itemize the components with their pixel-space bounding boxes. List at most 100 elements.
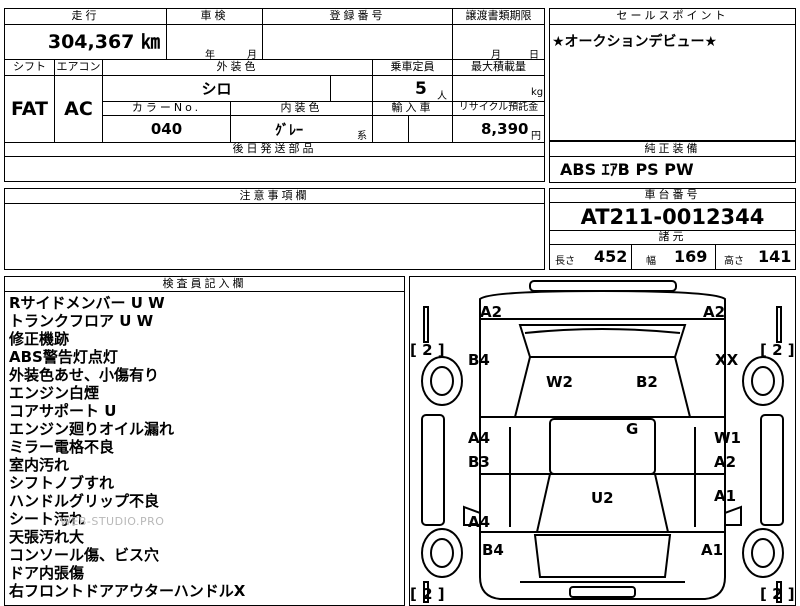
transfer-month-unit: 月 [491, 50, 501, 59]
watermark: WEB-STUDIO.PRO [60, 515, 165, 528]
hood-shape [533, 534, 672, 578]
top-info-table: 走行 車検 登録番号 譲渡書類期限 304,367 ㎞ 年 月 月 日 [4, 8, 545, 60]
color-no-label: カラーNo. [103, 102, 231, 116]
tire-count-front-right: [ 2 ] [760, 585, 795, 603]
right-sill-shape [760, 414, 784, 526]
note-line: 天張汚れ大 [9, 528, 85, 546]
width-cell: 幅 169 [632, 245, 716, 269]
height-cell: 高さ 141 [716, 245, 795, 269]
car-diagram: [ 2 ] [ 2 ] [ 2 ] [ 2 ] A2 A2 B4 XX W2 B… [410, 280, 795, 603]
note-line: コアサポート U [9, 402, 117, 420]
rear-bumper-shape [529, 280, 677, 292]
inspection-label: 車検 [167, 9, 263, 25]
interior-color-label: 内装色 [231, 102, 373, 116]
capacity-label: 乗車定員 [373, 60, 453, 76]
caution-label: 注意事項欄 [5, 189, 544, 204]
dimensions-label: 諸元 [550, 231, 795, 245]
sales-point-text: ★オークションデビュー★ [552, 34, 718, 50]
tire-rear-left [421, 356, 463, 406]
vehicle-diagram-box: [ 2 ] [ 2 ] [ 2 ] [ 2 ] A2 A2 B4 XX W2 B… [409, 276, 796, 606]
note-line: Rサイドメンバー U W [9, 294, 165, 312]
mark-rear-left: A2 [480, 303, 502, 321]
note-line: 右フロントドアアウターハンドルX [9, 582, 246, 600]
width-value: 169 [674, 247, 708, 266]
inspection-year-unit: 年 [205, 50, 215, 59]
note-line: ミラー電格不良 [9, 438, 115, 456]
equipment-box: 純正装備 ABS ｴｱB PS PW [549, 141, 796, 183]
color-no-value: 040 [103, 116, 231, 142]
roof-shape [549, 418, 656, 475]
registration-value [263, 25, 453, 59]
later-parts-label: 後日発送部品 [5, 143, 544, 157]
transfer-deadline-label: 譲渡書類期限 [453, 9, 544, 25]
equipment-label: 純正装備 [550, 142, 795, 157]
sales-point-label: セールスポイント [550, 9, 795, 25]
height-value: 141 [758, 247, 792, 266]
height-label: 高さ [724, 256, 744, 267]
exterior-color-label: 外装色 [103, 60, 373, 76]
shift-label: シフト [5, 60, 55, 76]
mileage-value: 304,367 ㎞ [5, 25, 167, 59]
note-line: 室内汚れ [9, 456, 70, 474]
tire-rear-right [742, 356, 784, 406]
mark-rear-fender-right: XX [715, 351, 739, 369]
mark-rear-door-left-1: A4 [468, 429, 490, 447]
chassis-box: 車台番号 AT211-0012344 諸元 長さ 452 幅 169 高さ 14… [549, 188, 796, 270]
caution-value [5, 204, 544, 269]
rear-window-shape [513, 356, 692, 418]
recycle-deposit-unit: 円 [531, 131, 541, 142]
mark-trunk-right: B2 [636, 373, 658, 391]
body-outline-shape [479, 319, 726, 600]
later-parts-box: 後日発送部品 [4, 142, 545, 182]
inspector-notes-box: 検査員記入欄 Rサイドメンバー U W トランクフロア U W 修正機跡 ABS… [4, 276, 405, 606]
ac-value: AC [55, 76, 103, 142]
transfer-deadline-value: 月 日 [453, 25, 544, 59]
transfer-day-unit: 日 [529, 50, 539, 59]
mark-rear-door-left-2: B3 [468, 453, 490, 471]
recycle-deposit-value: 8,390 [481, 120, 529, 138]
mark-rear-door-right-2: A2 [714, 453, 736, 471]
spec-table: シフト エアコン 外装色 乗車定員 最大積載量 FAT AC シロ 5 人 kg… [4, 59, 545, 143]
inspection-value: 年 月 [167, 25, 263, 59]
chassis-label: 車台番号 [550, 189, 795, 203]
later-parts-value [5, 157, 544, 181]
mark-front-fender-left: B4 [482, 541, 504, 559]
left-sill-shape [421, 414, 445, 526]
import-label: 輸入車 [373, 102, 453, 116]
mark-rear-fender-left: B4 [468, 351, 490, 369]
front-grille-shape [569, 586, 636, 598]
capacity-cell: 5 人 [373, 76, 453, 102]
max-load-unit: kg [531, 87, 544, 98]
inspection-month-unit: 月 [247, 50, 257, 59]
note-line: エンジン白煙 [9, 384, 100, 402]
equipment-value: ABS ｴｱB PS PW [560, 160, 694, 179]
length-value: 452 [594, 247, 628, 266]
ac-label: エアコン [55, 60, 103, 76]
import-extra [409, 116, 453, 142]
note-line: ハンドルグリップ不良 [9, 492, 160, 510]
interior-color-cell: ｸﾞﾚｰ 系 [231, 116, 373, 142]
tire-count-rear-left: [ 2 ] [410, 341, 445, 359]
rear-panel-shape [479, 289, 726, 320]
width-label: 幅 [646, 256, 656, 267]
max-load-cell: kg [453, 76, 544, 102]
note-line: 修正機跡 [9, 330, 70, 348]
recycle-deposit-cell: 8,390 円 [453, 116, 544, 142]
tire-front-left [421, 528, 463, 578]
capacity-unit: 人 [437, 91, 447, 102]
mark-rear-right: A2 [703, 303, 725, 321]
mileage-label: 走行 [5, 9, 167, 25]
tire-count-rear-right: [ 2 ] [760, 341, 795, 359]
inspector-notes-label: 検査員記入欄 [5, 277, 404, 292]
exterior-color-extra [331, 76, 373, 102]
mark-front-door-left: A4 [468, 513, 490, 531]
note-line: ABS警告灯点灯 [9, 348, 118, 366]
note-line: シフトノブすれ [9, 474, 115, 492]
mark-trunk-left: W2 [546, 373, 573, 391]
tire-count-front-left: [ 2 ] [410, 585, 445, 603]
caution-box: 注意事項欄 [4, 188, 545, 270]
import-value [373, 116, 409, 142]
capacity-value: 5 [415, 79, 427, 99]
sales-point-box: セールスポイント ★オークションデビュー★ [549, 8, 796, 141]
note-line: トランクフロア U W [9, 312, 154, 330]
